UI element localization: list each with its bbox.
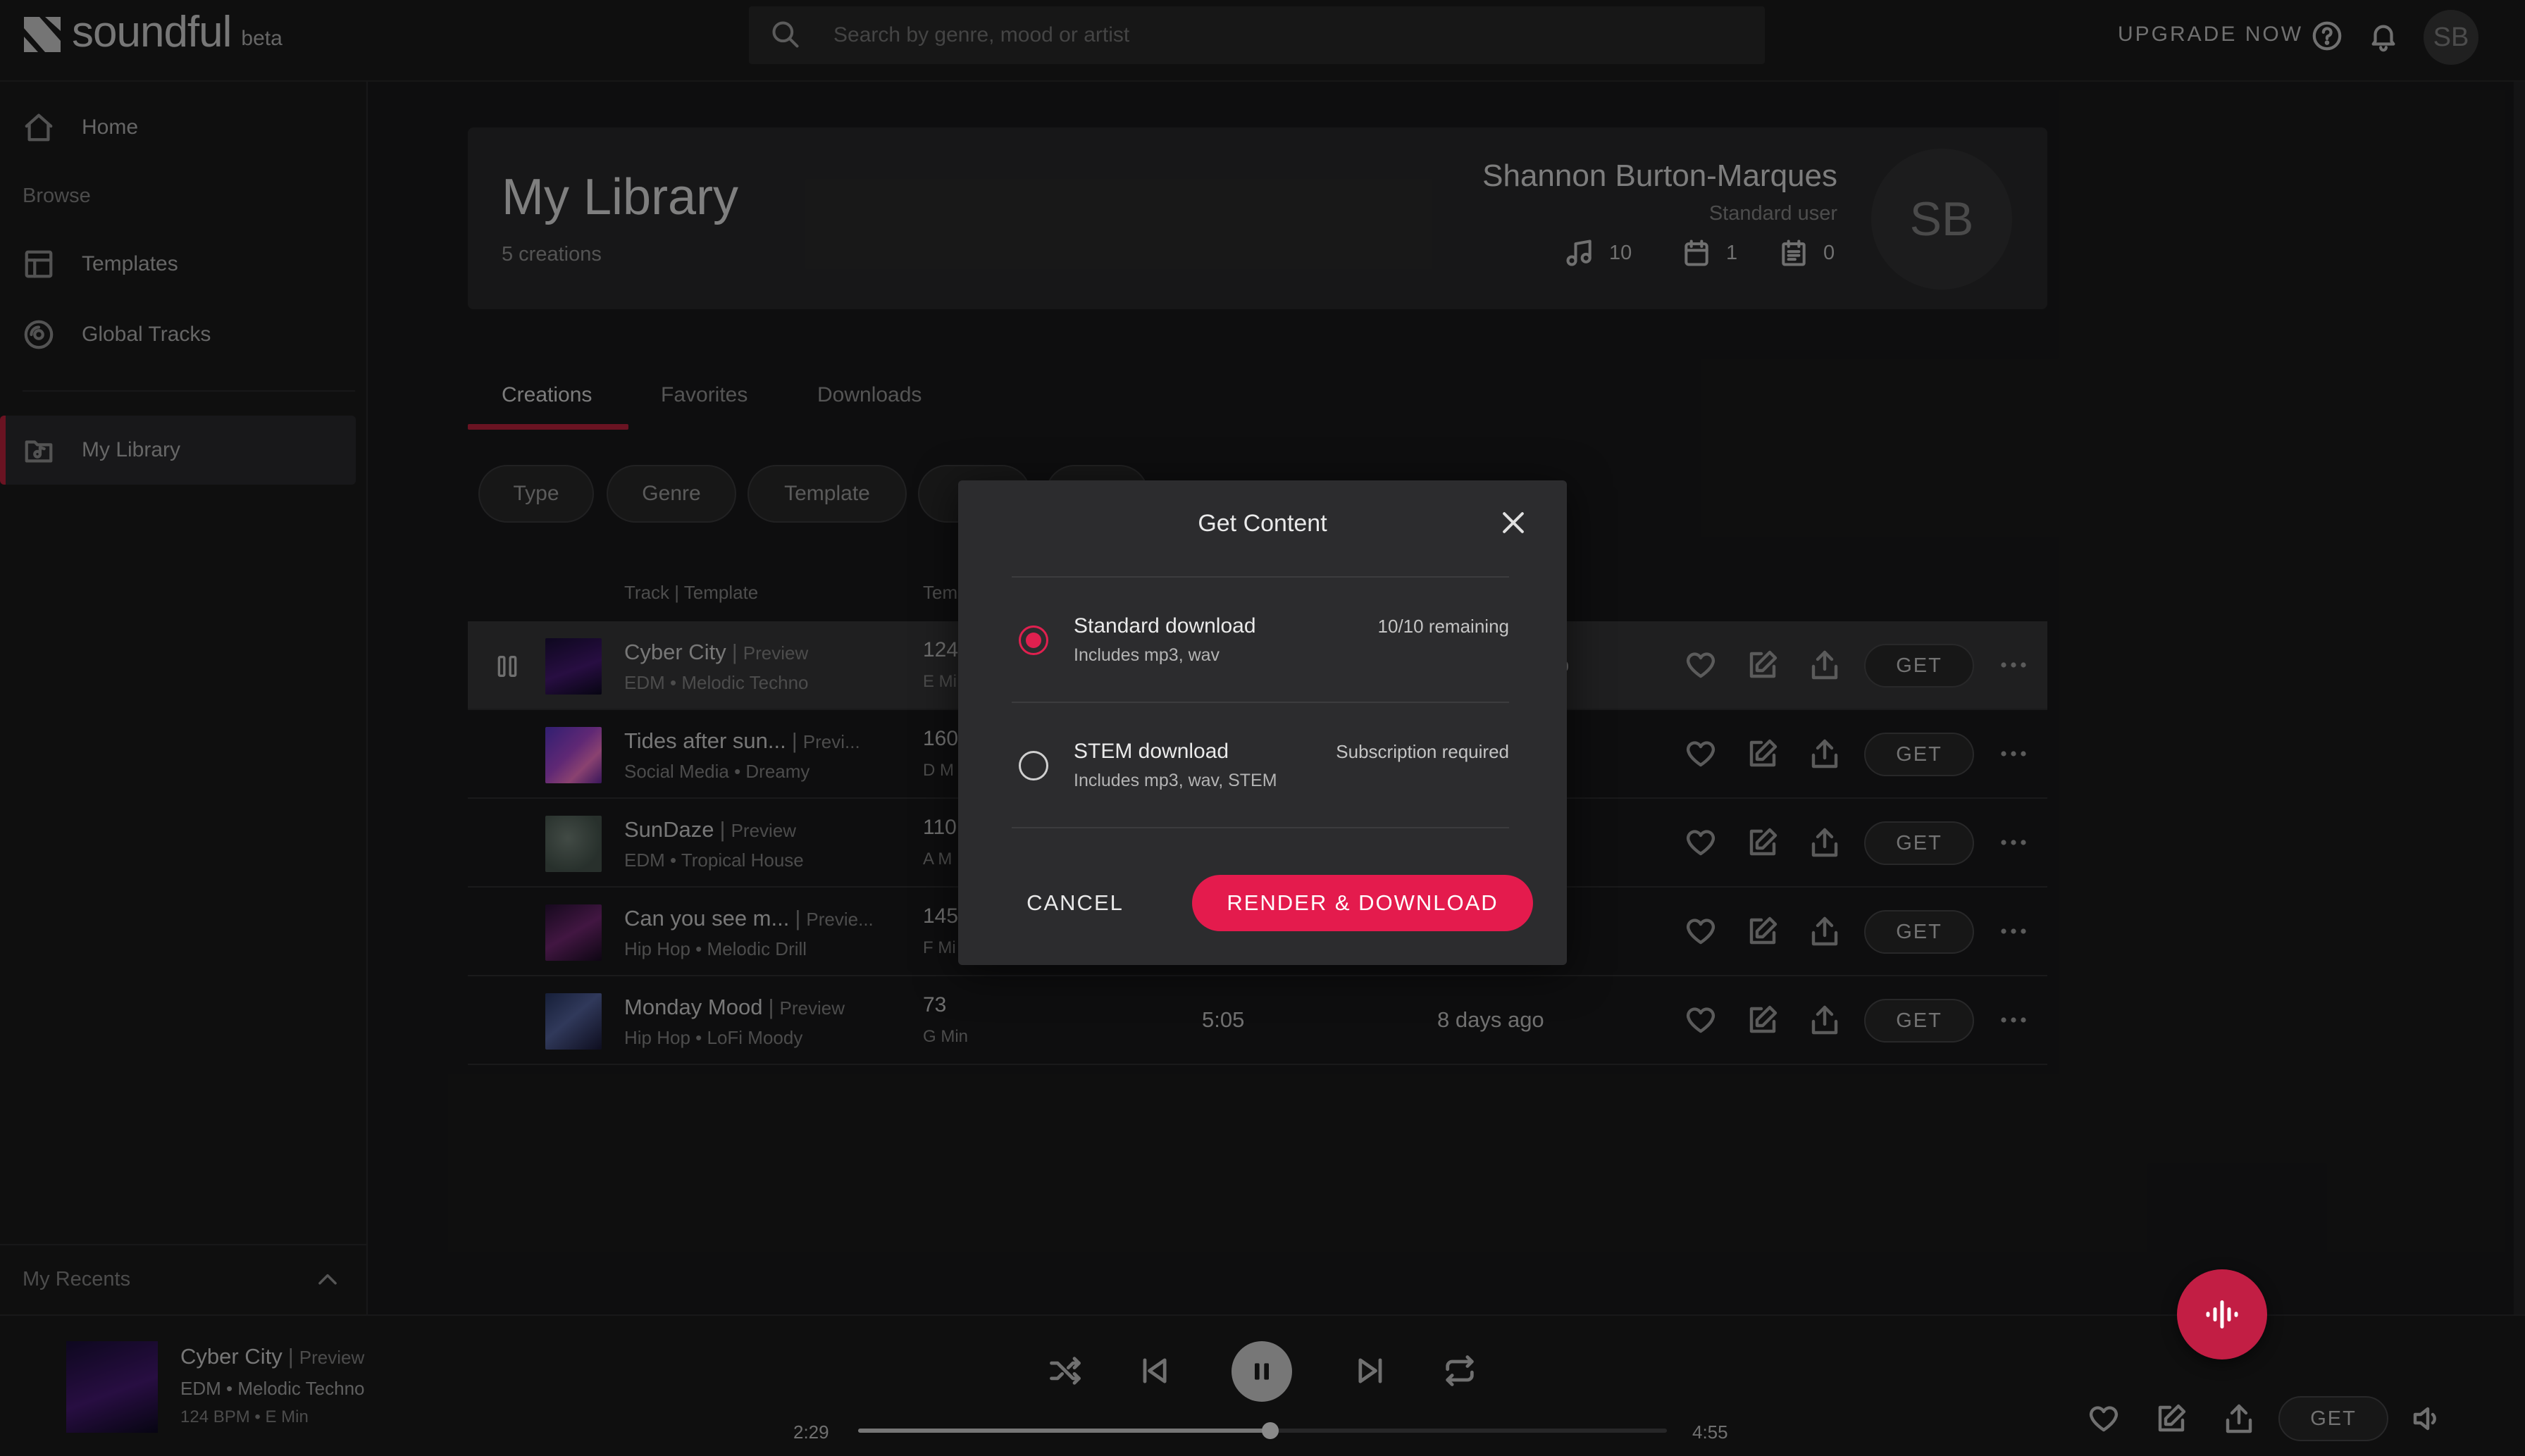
get-content-dialog: Get Content Standard download Includes m… <box>958 480 1567 965</box>
waveform-icon <box>2206 1300 2238 1329</box>
close-icon[interactable] <box>1498 507 1529 538</box>
option-subtitle: Includes mp3, wav <box>1074 645 1220 665</box>
stem-download-radio[interactable] <box>1019 751 1048 780</box>
dialog-divider <box>1012 827 1509 828</box>
stem-download-option[interactable]: STEM download Includes mp3, wav, STEM Su… <box>1012 703 1509 827</box>
option-title: Standard download <box>1074 614 1256 637</box>
standard-download-radio[interactable] <box>1019 626 1048 655</box>
cancel-button[interactable]: CANCEL <box>1000 875 1150 931</box>
dialog-title: Get Content <box>1198 510 1327 537</box>
standard-download-option[interactable]: Standard download Includes mp3, wav 10/1… <box>1012 578 1509 702</box>
remaining-count: 10/10 remaining <box>1377 616 1509 637</box>
create-track-fab[interactable] <box>2177 1269 2267 1359</box>
option-subtitle: Includes mp3, wav, STEM <box>1074 771 1277 790</box>
subscription-note: Subscription required <box>1336 741 1509 762</box>
render-download-button[interactable]: RENDER & DOWNLOAD <box>1192 875 1533 931</box>
option-title: STEM download <box>1074 740 1229 763</box>
